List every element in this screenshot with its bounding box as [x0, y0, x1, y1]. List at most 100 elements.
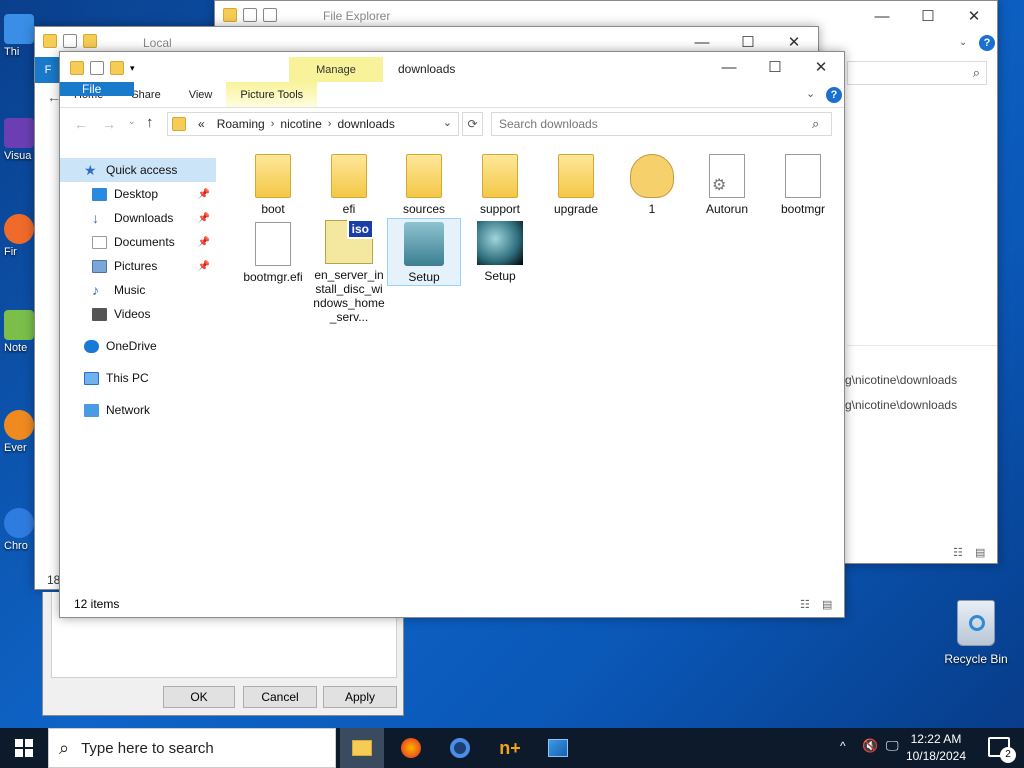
- firefox-icon: [401, 738, 421, 758]
- tab-file[interactable]: File: [60, 82, 134, 96]
- downloads-explorer-window[interactable]: ▾ Manage downloads — ☐ ✕ File Home Share…: [59, 51, 845, 618]
- quick-access-toolbar: [43, 34, 97, 48]
- taskbar-browser[interactable]: [444, 734, 476, 762]
- cancel-button[interactable]: Cancel: [243, 686, 317, 708]
- breadcrumb-overflow[interactable]: «: [192, 117, 211, 131]
- folder-icon: [331, 154, 367, 198]
- minimize-button[interactable]: —: [706, 52, 752, 82]
- large-icons-view-icon[interactable]: ▤: [822, 598, 832, 611]
- file-item[interactable]: upgrade: [539, 154, 613, 216]
- help-icon[interactable]: ?: [979, 35, 995, 51]
- nav-quick-access[interactable]: ★ Quick access: [60, 158, 216, 182]
- file-item[interactable]: bootmgr: [766, 154, 840, 216]
- file-item[interactable]: ⚙ Autorun: [690, 154, 764, 216]
- show-hidden-icons-chevron-icon[interactable]: ^: [840, 739, 846, 753]
- nav-this-pc[interactable]: This PC: [60, 366, 216, 390]
- breadcrumb-roaming[interactable]: Roaming: [211, 117, 271, 131]
- apply-button[interactable]: Apply: [323, 686, 397, 708]
- customize-toolbar-icon[interactable]: ▾: [130, 63, 135, 74]
- start-button[interactable]: [8, 734, 40, 762]
- desktop-icon-label: Note: [4, 342, 28, 354]
- manage-contextual-tab[interactable]: Manage: [289, 57, 383, 82]
- ribbon-expand-icon[interactable]: ⌄: [959, 37, 967, 48]
- nav-network[interactable]: Network: [60, 398, 216, 422]
- help-icon[interactable]: ?: [826, 87, 842, 103]
- clock[interactable]: 12:22 AM 10/18/2024: [906, 731, 966, 765]
- search-downloads-input[interactable]: Search downloads: [491, 112, 832, 136]
- folder-icon: [223, 8, 237, 22]
- file-item[interactable]: Setup: [463, 221, 537, 283]
- back-arrow-icon[interactable]: ←: [74, 116, 88, 132]
- file-item-selected[interactable]: Setup: [387, 218, 461, 286]
- close-button[interactable]: ✕: [798, 52, 844, 82]
- pin-icon[interactable]: 📌: [198, 261, 210, 272]
- tab-picture-tools[interactable]: Picture Tools: [226, 82, 318, 107]
- nav-pictures[interactable]: Pictures 📌: [60, 254, 216, 278]
- nav-music[interactable]: ♪ Music: [60, 278, 216, 302]
- details-view-icon[interactable]: ☷: [800, 598, 810, 611]
- file-name: 1: [648, 202, 656, 216]
- properties-icon[interactable]: [90, 61, 104, 75]
- file-item[interactable]: iso en_server_install_disc_windows_home_…: [312, 219, 386, 324]
- new-folder-icon[interactable]: [263, 8, 277, 22]
- taskbar-search-box[interactable]: ⌕ Type here to search: [48, 728, 336, 768]
- setup-installer-icon: [404, 222, 444, 266]
- folder-icon: [406, 154, 442, 198]
- nav-desktop[interactable]: Desktop 📌: [60, 182, 216, 206]
- volume-muted-icon[interactable]: 🔇: [862, 738, 878, 754]
- nav-downloads[interactable]: ↓ Downloads 📌: [60, 206, 216, 230]
- new-folder-icon[interactable]: [110, 61, 124, 75]
- ok-button[interactable]: OK: [163, 686, 235, 708]
- file-item[interactable]: support: [463, 154, 537, 216]
- nav-documents[interactable]: Documents 📌: [60, 230, 216, 254]
- file-item[interactable]: 1: [615, 154, 689, 216]
- maximize-button[interactable]: ☐: [752, 52, 798, 82]
- pin-icon[interactable]: 📌: [198, 237, 210, 248]
- folder-icon: [352, 740, 372, 756]
- search-box[interactable]: ⌕: [847, 61, 987, 85]
- document-icon: [92, 235, 107, 249]
- file-item[interactable]: boot: [236, 154, 310, 216]
- up-arrow-icon[interactable]: ↑: [146, 114, 154, 131]
- recent-locations-icon[interactable]: ⌄: [128, 116, 136, 127]
- taskbar-firefox[interactable]: [395, 734, 427, 762]
- properties-icon[interactable]: [243, 8, 257, 22]
- desktop-icon-label: Chro: [4, 540, 28, 552]
- file-item[interactable]: bootmgr.efi: [236, 222, 310, 284]
- file-item[interactable]: efi: [312, 154, 386, 216]
- file-item[interactable]: sources: [387, 154, 461, 216]
- network-status-icon[interactable]: 🖵: [886, 738, 899, 754]
- desktop-icon-recycle-bin[interactable]: Recycle Bin: [938, 600, 1014, 666]
- taskbar-file-explorer[interactable]: [340, 728, 384, 768]
- ribbon-expand-icon[interactable]: ⌄: [806, 87, 815, 100]
- notification-center-icon[interactable]: 2: [988, 737, 1016, 763]
- folder-icon: [70, 61, 84, 75]
- details-view-icon[interactable]: ☷: [953, 546, 963, 559]
- tab-view[interactable]: View: [175, 82, 227, 107]
- file-tab[interactable]: F: [35, 57, 61, 83]
- chevron-down-icon[interactable]: ⌄: [443, 116, 452, 129]
- computer-icon: [84, 371, 99, 385]
- forward-arrow-icon[interactable]: →: [102, 116, 116, 132]
- quick-access-toolbar: ▾: [70, 61, 135, 75]
- address-bar[interactable]: « Roaming › nicotine › downloads ⌄: [167, 112, 459, 136]
- breadcrumb-nicotine[interactable]: nicotine: [274, 117, 327, 131]
- refresh-button[interactable]: ⟳: [462, 112, 483, 136]
- properties-icon[interactable]: [63, 34, 77, 48]
- taskbar-photos[interactable]: [542, 734, 574, 762]
- nav-label: Network: [106, 403, 151, 417]
- large-icons-view-icon[interactable]: ▤: [975, 546, 985, 559]
- path-text: g\nicotine\downloads: [845, 373, 958, 387]
- pin-icon[interactable]: 📌: [198, 189, 210, 200]
- new-folder-icon[interactable]: [83, 34, 97, 48]
- close-button[interactable]: ✕: [951, 1, 997, 31]
- file-name: boot: [261, 202, 285, 216]
- minimize-button[interactable]: —: [859, 1, 905, 31]
- taskbar-notepad-plus[interactable]: n+: [494, 734, 526, 762]
- pin-icon[interactable]: 📌: [198, 213, 210, 224]
- nav-label: Music: [114, 283, 146, 297]
- maximize-button[interactable]: ☐: [905, 1, 951, 31]
- nav-onedrive[interactable]: OneDrive: [60, 334, 216, 358]
- nav-videos[interactable]: Videos: [60, 302, 216, 326]
- breadcrumb-downloads[interactable]: downloads: [331, 117, 400, 131]
